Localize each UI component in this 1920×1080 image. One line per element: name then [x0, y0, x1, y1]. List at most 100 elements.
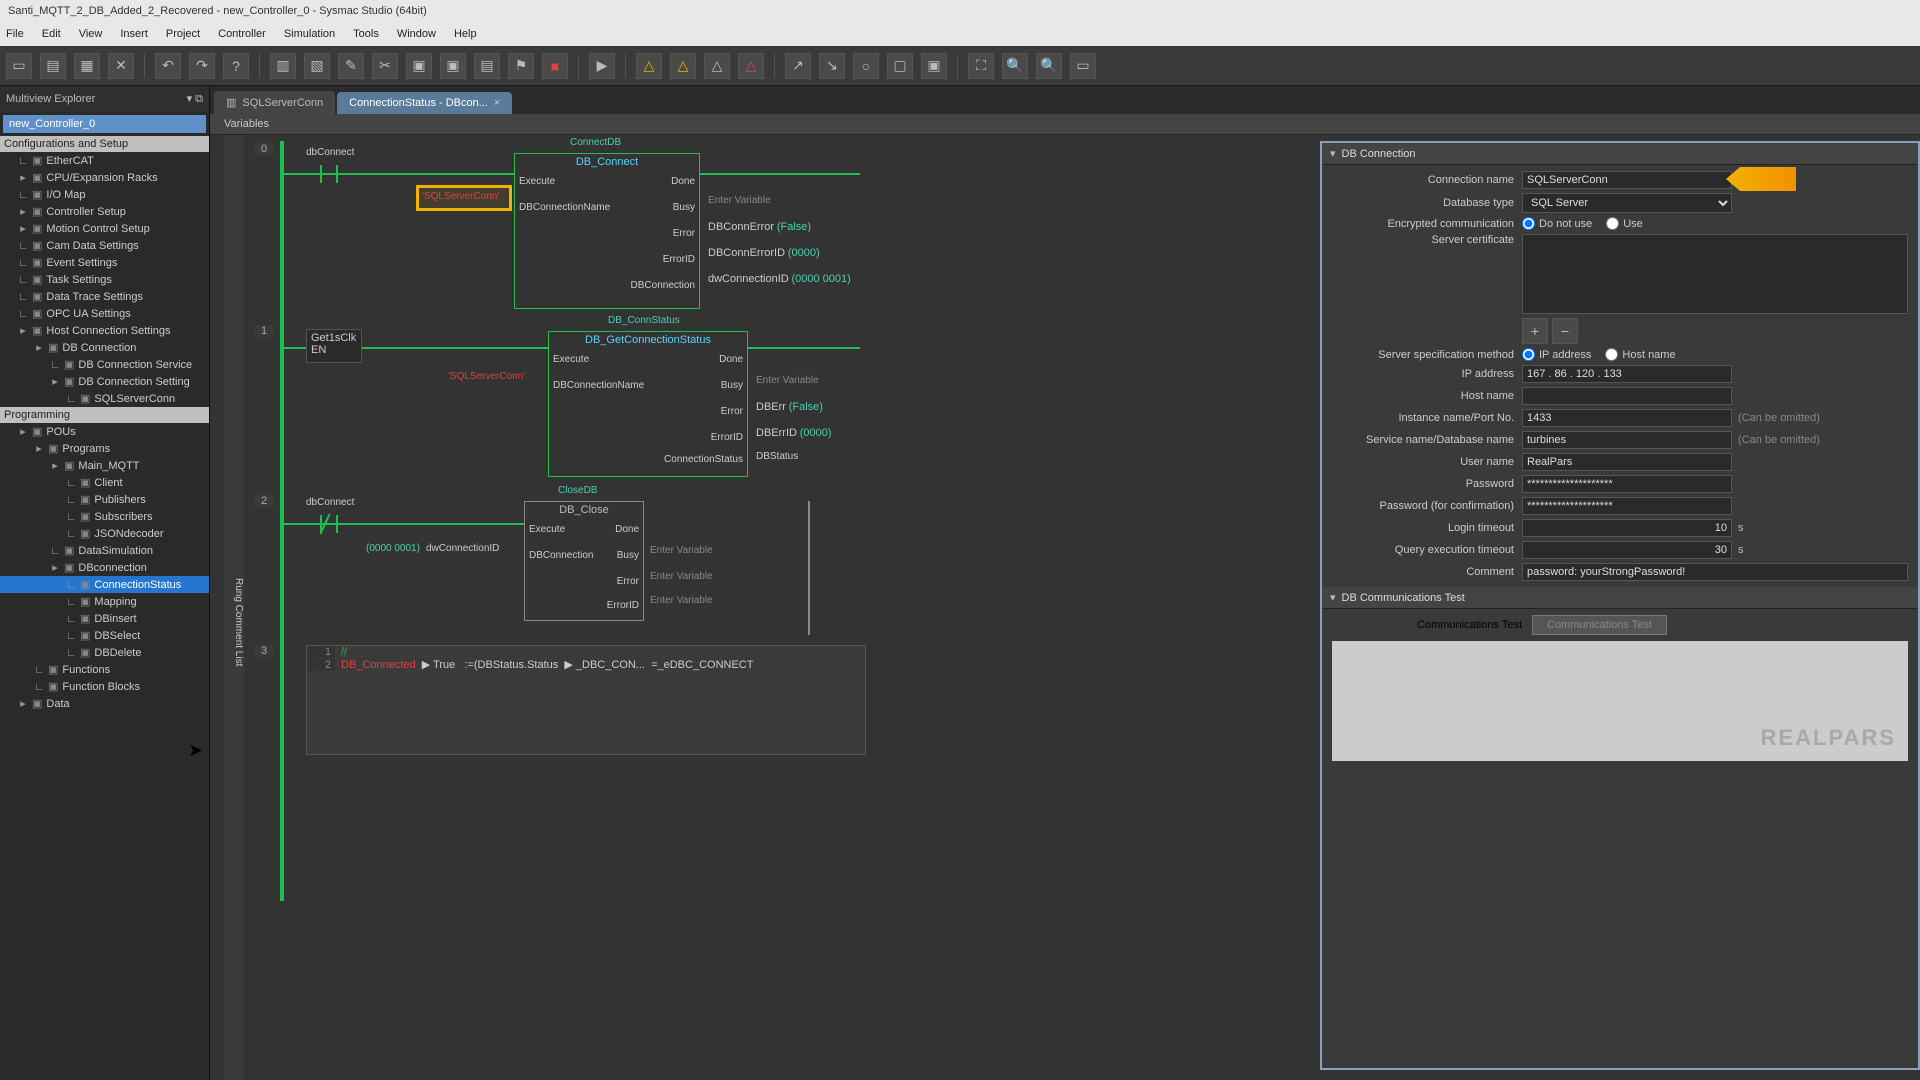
cert-add-icon[interactable]: +	[1522, 318, 1548, 344]
expand-icon[interactable]: ▸	[18, 171, 28, 184]
radio-ip[interactable]: IP address	[1522, 348, 1591, 361]
host-name-input[interactable]	[1522, 387, 1732, 405]
tb-search-icon[interactable]: ✎	[338, 53, 364, 79]
tb-warn3-icon[interactable]: △	[704, 53, 730, 79]
expand-icon[interactable]: ∟	[66, 477, 76, 489]
expand-icon[interactable]: ∟	[66, 596, 76, 608]
var[interactable]: Enter Variable	[650, 545, 713, 556]
tree-item-controller-setup[interactable]: ▸▣Controller Setup	[0, 203, 209, 220]
tb-warn2-icon[interactable]: △	[670, 53, 696, 79]
expand-icon[interactable]: ∟	[34, 664, 44, 676]
tree-item-i-o-map[interactable]: ∟▣I/O Map	[0, 186, 209, 203]
var-errorid[interactable]: DBConnErrorID	[708, 247, 785, 259]
tree-item-functions[interactable]: ∟▣Functions	[0, 661, 209, 678]
tb-stop-icon[interactable]: ■	[542, 53, 568, 79]
tree-item-dbselect[interactable]: ∟▣DBSelect	[0, 627, 209, 644]
tree-item-programs[interactable]: ▸▣Programs	[0, 440, 209, 457]
connection-name-input[interactable]	[1522, 171, 1732, 189]
tb-new-icon[interactable]: ▭	[6, 53, 32, 79]
tree-item-cpu-expansion-racks[interactable]: ▸▣CPU/Expansion Racks	[0, 169, 209, 186]
var-dbstatus[interactable]: DBStatus	[756, 451, 798, 462]
expand-icon[interactable]: ∟	[66, 494, 76, 506]
controller-selector[interactable]: new_Controller_0	[3, 115, 206, 133]
const-sqlserverconn[interactable]: 'SQLServerConn'	[448, 371, 525, 382]
tree-item-mapping[interactable]: ∟▣Mapping	[0, 593, 209, 610]
tree-item-data[interactable]: ▸▣Data	[0, 695, 209, 712]
tree-item-pous[interactable]: ▸▣POUs	[0, 423, 209, 440]
tb-run-icon[interactable]: ▶	[589, 53, 615, 79]
expand-icon[interactable]: ▸	[50, 375, 60, 388]
expand-icon[interactable]: ∟	[66, 647, 76, 659]
user-name-input[interactable]	[1522, 453, 1732, 471]
radio-do-not-use[interactable]: Do not use	[1522, 217, 1592, 230]
expand-icon[interactable]: ▸	[34, 341, 44, 354]
radio-use[interactable]: Use	[1606, 217, 1643, 230]
explorer-dropdown-icon[interactable]: ▾ ⧉	[187, 92, 203, 106]
tb-cut-icon[interactable]: ✂	[372, 53, 398, 79]
tree-item-main-mqtt[interactable]: ▸▣Main_MQTT	[0, 457, 209, 474]
tb-circle-icon[interactable]: ○	[853, 53, 879, 79]
tree-item-dbdelete[interactable]: ∟▣DBDelete	[0, 644, 209, 661]
expand-icon[interactable]: ∟	[18, 240, 28, 252]
tb-cpu-icon[interactable]: ▣	[406, 53, 432, 79]
expand-icon[interactable]: ∟	[66, 579, 76, 591]
expand-icon[interactable]: ∟	[66, 613, 76, 625]
menu-controller[interactable]: Controller	[218, 28, 266, 40]
db-panel-header[interactable]: ▾DB Connection	[1322, 143, 1918, 165]
var-error[interactable]: DBConnError	[708, 221, 774, 233]
tree-item-dbinsert[interactable]: ∟▣DBinsert	[0, 610, 209, 627]
tree-item-ethercat[interactable]: ∟▣EtherCAT	[0, 152, 209, 169]
tree-item-datasimulation[interactable]: ∟▣DataSimulation	[0, 542, 209, 559]
tb-grid2-icon[interactable]: ▧	[304, 53, 330, 79]
tb-zoom1-icon[interactable]: ⛶	[968, 53, 994, 79]
expand-icon[interactable]: ∟	[18, 155, 28, 167]
tb-delete-icon[interactable]: ✕	[108, 53, 134, 79]
tb-zoomout-icon[interactable]: 🔍	[1036, 53, 1062, 79]
menu-simulation[interactable]: Simulation	[284, 28, 335, 40]
menu-edit[interactable]: Edit	[42, 28, 61, 40]
tb-undo-icon[interactable]: ↶	[155, 53, 181, 79]
login-timeout-input[interactable]	[1522, 519, 1732, 537]
tree-item-dbconnection[interactable]: ▸▣DBconnection	[0, 559, 209, 576]
expand-icon[interactable]: ∟	[18, 291, 28, 303]
service-db-name-input[interactable]	[1522, 431, 1732, 449]
menu-insert[interactable]: Insert	[120, 28, 148, 40]
expand-icon[interactable]: ∟	[18, 274, 28, 286]
tree-item-db-connection-setting[interactable]: ▸▣DB Connection Setting	[0, 373, 209, 390]
expand-icon[interactable]: ▸	[50, 459, 60, 472]
expand-icon[interactable]: ∟	[18, 308, 28, 320]
tree-item-subscribers[interactable]: ∟▣Subscribers	[0, 508, 209, 525]
communications-test-button[interactable]: Communications Test	[1532, 615, 1667, 635]
block-getconnstatus[interactable]: DB_GetConnectionStatus Execute DBConnect…	[548, 331, 748, 477]
expand-icon[interactable]: ∟	[66, 630, 76, 642]
cert-remove-icon[interactable]: −	[1552, 318, 1578, 344]
tree-item-db-connection[interactable]: ▸▣DB Connection	[0, 339, 209, 356]
var-busy[interactable]: Enter Variable	[756, 375, 819, 386]
block-dbconnect[interactable]: DB_Connect Execute DBConnectionName Done…	[514, 153, 700, 309]
expand-icon[interactable]: ∟	[66, 511, 76, 523]
comment-input[interactable]	[1522, 563, 1908, 581]
tb-warn1-icon[interactable]: △	[636, 53, 662, 79]
expand-icon[interactable]: ∟	[66, 528, 76, 540]
tb-arrow2-icon[interactable]: ↘	[819, 53, 845, 79]
var-dberrid[interactable]: DBErrID	[756, 427, 797, 439]
tb-motion-icon[interactable]: ▣	[440, 53, 466, 79]
password-input[interactable]	[1522, 475, 1732, 493]
tree-item-motion-control-setup[interactable]: ▸▣Motion Control Setup	[0, 220, 209, 237]
tb-zoomfit-icon[interactable]: ▭	[1070, 53, 1096, 79]
db-comm-test-header[interactable]: ▾DB Communications Test	[1322, 587, 1918, 609]
tb-grid1-icon[interactable]: ▥	[270, 53, 296, 79]
expand-icon[interactable]: ∟	[18, 189, 28, 201]
menu-tools[interactable]: Tools	[353, 28, 379, 40]
expand-icon[interactable]: ▸	[34, 442, 44, 455]
tree-item-data-trace-settings[interactable]: ∟▣Data Trace Settings	[0, 288, 209, 305]
expand-icon[interactable]: ▸	[18, 222, 28, 235]
menu-view[interactable]: View	[79, 28, 103, 40]
expand-icon[interactable]: ▸	[18, 697, 28, 710]
query-timeout-input[interactable]	[1522, 541, 1732, 559]
tree-item-task-settings[interactable]: ∟▣Task Settings	[0, 271, 209, 288]
tb-warn4-icon[interactable]: △	[738, 53, 764, 79]
tree-item-connectionstatus[interactable]: ∟▣ConnectionStatus	[0, 576, 209, 593]
section-config[interactable]: Configurations and Setup	[0, 136, 209, 152]
tb-square-icon[interactable]: ▢	[887, 53, 913, 79]
